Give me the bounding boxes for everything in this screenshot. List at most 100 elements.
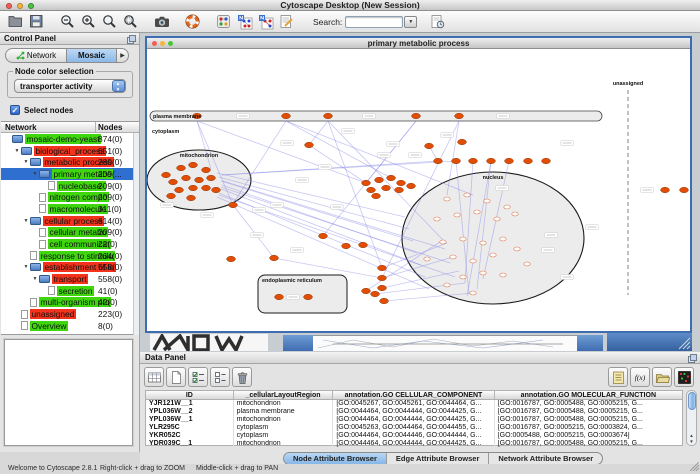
cell-cellular-component[interactable]: [GO:0045267, GO:0045261, GO:0044464, G..… <box>333 400 494 408</box>
tree-row[interactable]: mosaic-demo-yeast874(0) <box>1 133 139 145</box>
unselect-attributes-icon[interactable] <box>210 367 230 387</box>
network-node-selected[interactable] <box>395 187 404 192</box>
cell-molecular-function[interactable]: [GO:0005488, GO:0005215, GO:0003674] <box>495 432 682 440</box>
tab-edge-attribute-browser[interactable]: Edge Attribute Browser <box>387 453 489 464</box>
tab-network[interactable]: Network <box>5 48 67 63</box>
table-row[interactable]: YJR121W__1mitochondrion[GO:0045267, GO:0… <box>146 400 682 408</box>
tab-scroll-right-icon[interactable]: ▶ <box>117 48 129 63</box>
network-node[interactable] <box>514 247 520 251</box>
tree-row[interactable]: ▼primary metabo209(... <box>1 168 139 180</box>
cell-molecular-function[interactable]: [GO:0016787, GO:0005488, GO:0005215, G..… <box>495 416 682 424</box>
network-node-selected[interactable] <box>270 255 279 260</box>
network-node-selected[interactable] <box>487 158 496 163</box>
network-node-selected[interactable] <box>212 187 221 192</box>
network-node-selected[interactable] <box>425 143 434 148</box>
edge[interactable] <box>309 145 366 183</box>
network-node-selected[interactable] <box>452 158 461 163</box>
tree-row[interactable]: ▼metabolic process280(0) <box>1 156 139 168</box>
network-node-selected[interactable] <box>207 175 216 180</box>
background-window-fragment[interactable] <box>283 335 313 351</box>
scroll-up-icon[interactable]: ▲ <box>687 433 696 438</box>
network-node[interactable] <box>484 199 490 203</box>
save-icon[interactable] <box>26 12 47 32</box>
open-icon[interactable] <box>5 12 26 32</box>
cell-cellular-component[interactable]: [GO:0044464, GO:0044446, GO:0044444, G..… <box>333 432 494 440</box>
network-node[interactable] <box>524 262 530 266</box>
tree-expand-icon[interactable]: ▼ <box>31 171 39 177</box>
network-node-selected[interactable] <box>505 158 514 163</box>
cell-cellular-component[interactable]: [GO:0045263, GO:0044464, GO:0044455, G..… <box>333 424 494 432</box>
network-node[interactable] <box>504 205 510 209</box>
network-node[interactable] <box>500 237 506 241</box>
network-node-selected[interactable] <box>227 256 236 261</box>
cell-cellular-component[interactable]: [GO:0044464, GO:0044444, GO:0044425, G..… <box>333 416 494 424</box>
tree-col-nodes[interactable]: Nodes <box>98 123 122 132</box>
network-node-selected[interactable] <box>362 288 371 293</box>
tab-node-attribute-browser[interactable]: Node Attribute Browser <box>284 453 387 464</box>
network-view-frame[interactable]: primary metabolic process plasma membran… <box>145 36 692 333</box>
scroll-down-icon[interactable]: ▼ <box>687 439 696 444</box>
network-node-selected[interactable] <box>189 185 198 190</box>
tree-row[interactable]: ▼cellular process614(0) <box>1 215 139 227</box>
background-window-fragment[interactable] <box>607 333 692 351</box>
tree-row[interactable]: macromolecule311(0) <box>1 203 139 215</box>
network-node-selected[interactable] <box>282 113 291 118</box>
network-node-selected[interactable] <box>202 185 211 190</box>
tree-row[interactable]: ▼transport558(0) <box>1 273 139 285</box>
network-node-selected[interactable] <box>375 177 384 182</box>
select-nodes-checkbox[interactable]: ✓ <box>10 105 20 115</box>
search-input[interactable] <box>345 16 403 28</box>
tree-expand-icon[interactable]: ▼ <box>31 276 39 282</box>
network-node-selected[interactable] <box>319 233 328 238</box>
frame-zoom-icon[interactable] <box>168 41 173 46</box>
tree-row[interactable]: response to stimulu264(0) <box>1 250 139 262</box>
annotation-icon[interactable] <box>276 12 297 32</box>
search-dropdown-icon[interactable]: ▼ <box>404 16 417 28</box>
cell-region[interactable]: cytoplasm <box>234 432 334 440</box>
tree-row[interactable]: ▼biological_process651(0) <box>1 145 139 157</box>
network-node-selected[interactable] <box>455 113 464 118</box>
network-node-selected[interactable] <box>380 298 389 303</box>
table-row[interactable]: YLR295Ccytoplasm[GO:0045263, GO:0044464,… <box>146 424 682 432</box>
node-color-dropdown[interactable]: transporter activity ▲▼ <box>14 79 126 93</box>
background-window-fragment[interactable] <box>313 335 577 351</box>
cell-id[interactable]: YPL036W__1 <box>146 416 234 424</box>
network-node[interactable] <box>512 212 518 216</box>
network-node-selected[interactable] <box>275 294 284 299</box>
table-row[interactable]: YPL036W__2plasma membrane[GO:0044464, GO… <box>146 408 682 416</box>
cell-region[interactable]: plasma membrane <box>234 408 334 416</box>
network-node[interactable] <box>460 237 466 241</box>
network-node-selected[interactable] <box>305 142 314 147</box>
network-node[interactable] <box>500 273 506 277</box>
network-node-selected[interactable] <box>169 179 178 184</box>
network-node-selected[interactable] <box>524 158 533 163</box>
vizmapper-icon[interactable] <box>213 12 234 32</box>
delete-attribute-icon[interactable] <box>232 367 252 387</box>
import-attributes-icon[interactable] <box>652 367 672 387</box>
network-node-selected[interactable] <box>342 243 351 248</box>
table-row[interactable]: YKR052Ccytoplasm[GO:0044464, GO:0044446,… <box>146 432 682 440</box>
network-node[interactable] <box>464 193 470 197</box>
network-node[interactable] <box>424 257 430 261</box>
tree-row[interactable]: cell communicat22(0) <box>1 238 139 250</box>
cell-region[interactable]: mitochondrion <box>234 440 334 448</box>
zoom-out-icon[interactable] <box>57 12 78 32</box>
tree-row[interactable]: nitrogen compo209(0) <box>1 191 139 203</box>
cell-id[interactable]: YJR121W__1 <box>146 400 234 408</box>
new-network-from-edges-icon[interactable] <box>255 12 276 32</box>
tree-row[interactable]: Overview8(0) <box>1 320 139 332</box>
network-node-selected[interactable] <box>195 177 204 182</box>
zoom-in-icon[interactable] <box>78 12 99 32</box>
cell-region[interactable]: cytoplasm <box>234 424 334 432</box>
network-node[interactable] <box>444 283 450 287</box>
tree-expand-icon[interactable]: ▼ <box>22 264 30 270</box>
network-node-selected[interactable] <box>304 294 313 299</box>
tree-row[interactable]: secretion41(0) <box>1 285 139 297</box>
network-node[interactable] <box>434 217 440 221</box>
scrollbar-thumb[interactable] <box>688 392 696 410</box>
network-node-selected[interactable] <box>458 139 467 144</box>
network-node-selected[interactable] <box>397 180 406 185</box>
network-node-selected[interactable] <box>371 291 380 296</box>
cell-region[interactable]: mitochondrion <box>234 416 334 424</box>
minimize-window-icon[interactable] <box>17 3 23 9</box>
